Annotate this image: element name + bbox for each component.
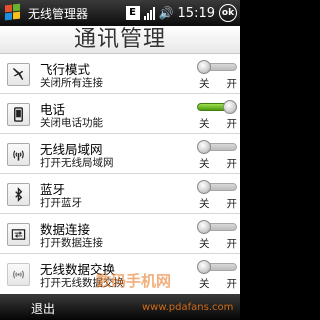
- list-item-subtitle: 打开蓝牙: [40, 197, 82, 209]
- list-item-subtitle: 关闭电话功能: [40, 117, 103, 129]
- list-item-subtitle: 打开无线局域网: [40, 157, 114, 169]
- toggle-knob[interactable]: [197, 140, 211, 154]
- toggle-off-label: 关: [199, 238, 210, 250]
- page-title: 通讯管理: [73, 27, 166, 52]
- status-icons: E 🔊 15:19 ok: [125, 4, 237, 22]
- wifi-icon: [7, 143, 30, 166]
- list-item-bluetooth[interactable]: 蓝牙 打开蓝牙 关开: [0, 174, 240, 214]
- bluetooth-icon: [7, 183, 30, 206]
- data-connection-icon: [7, 223, 30, 246]
- phone-toggle[interactable]: 关开: [197, 100, 237, 130]
- list-item-subtitle: 打开数据连接: [40, 237, 103, 249]
- airplane-mode-toggle[interactable]: 关开: [197, 60, 237, 90]
- toggle-knob[interactable]: [197, 260, 211, 274]
- watermark-url: www.pdafans.com: [142, 302, 234, 313]
- list-item-data-connection[interactable]: 数据连接 打开数据连接 关开: [0, 214, 240, 254]
- infrared-beam-icon: [7, 263, 30, 286]
- beam-toggle[interactable]: 关开: [197, 260, 237, 290]
- clock[interactable]: 15:19: [178, 6, 215, 21]
- status-bar: 无线管理器 E 🔊 15:19 ok: [0, 0, 240, 26]
- toggle-knob[interactable]: [197, 60, 211, 74]
- toggle-off-label: 关: [199, 118, 210, 130]
- toggle-on-label: 开: [226, 198, 238, 210]
- toggle-on-label: 开: [226, 118, 238, 130]
- toggle-on-label: 开: [226, 238, 238, 250]
- watermark-text: 数码手机网: [96, 272, 172, 290]
- ok-button[interactable]: ok: [219, 4, 237, 22]
- exit-softkey[interactable]: 退出: [31, 300, 55, 317]
- data-connection-toggle[interactable]: 关开: [197, 220, 237, 250]
- settings-list: 飞行模式 关闭所有连接 关开 电话 关闭电话功能 关开 无线局域网 打开无线局域…: [0, 54, 240, 294]
- speaker-icon[interactable]: 🔊: [159, 6, 174, 20]
- toggle-on-label: 开: [226, 158, 238, 170]
- phone-icon: [7, 103, 30, 126]
- edge-network-icon: E: [125, 6, 140, 20]
- list-item-phone[interactable]: 电话 关闭电话功能 关开: [0, 94, 240, 134]
- list-item-wifi[interactable]: 无线局域网 打开无线局域网 关开: [0, 134, 240, 174]
- bluetooth-toggle[interactable]: 关开: [197, 180, 237, 210]
- toggle-off-label: 关: [199, 198, 210, 210]
- list-item-subtitle: 关闭所有连接: [40, 77, 103, 89]
- toggle-on-label: 开: [226, 278, 238, 290]
- toggle-knob[interactable]: [197, 220, 211, 234]
- toggle-off-label: 关: [199, 158, 210, 170]
- app-title: 无线管理器: [28, 6, 89, 21]
- list-item-airplane-mode[interactable]: 飞行模式 关闭所有连接 关开: [0, 54, 240, 94]
- windows-start-icon[interactable]: [4, 3, 22, 22]
- toggle-knob[interactable]: [197, 180, 211, 194]
- toggle-knob[interactable]: [223, 100, 237, 114]
- wifi-toggle[interactable]: 关开: [197, 140, 237, 170]
- airplane-icon: [7, 63, 30, 86]
- toggle-off-label: 关: [199, 278, 210, 290]
- toggle-off-label: 关: [199, 78, 210, 90]
- signal-strength-icon[interactable]: [143, 6, 155, 20]
- page-header: 通讯管理: [0, 26, 240, 54]
- toggle-on-label: 开: [226, 78, 238, 90]
